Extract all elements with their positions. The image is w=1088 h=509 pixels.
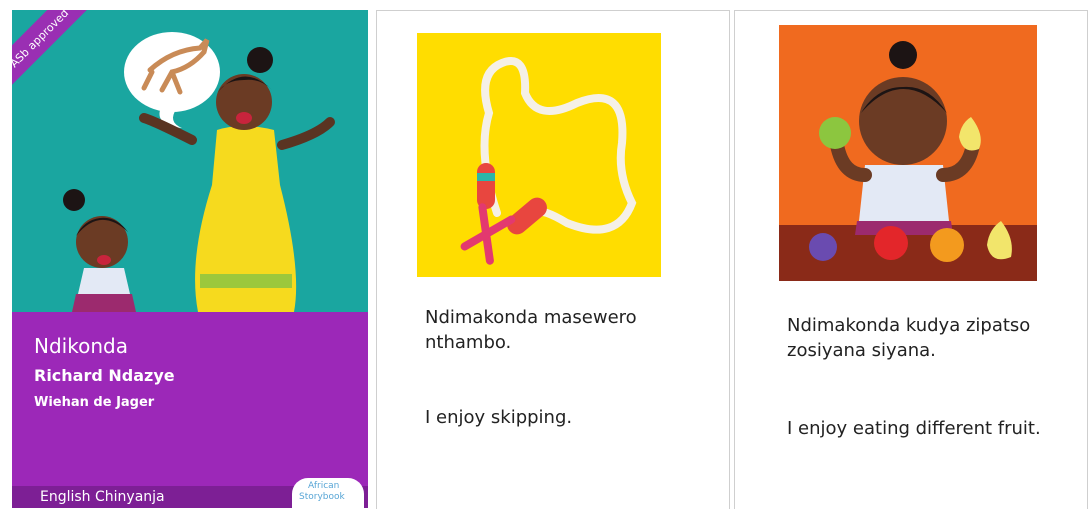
book-illustrator: Wiehan de Jager [34, 395, 155, 410]
skipping-rope-image [460, 57, 637, 265]
cover-text-panel: Ndikonda Richard Ndazye Wiehan de Jager … [12, 312, 368, 508]
page1-english-text: I enjoy skipping. [425, 407, 573, 428]
book-author: Richard Ndazye [34, 366, 175, 385]
cover-illustration: ASb approved [12, 10, 368, 312]
page2-chinyanja-text: Ndimakonda kudya zipatso zosiyana siyana… [787, 315, 1031, 361]
page1-illustration [417, 33, 661, 277]
page2-illustration [779, 25, 1037, 281]
book-cover[interactable]: ASb approved Ndikonda Richard Ndazye Wie… [12, 10, 368, 508]
story-page-2[interactable]: Ndimakonda kudya zipatso zosiyana siyana… [734, 10, 1088, 509]
cover-illustration-art [63, 32, 335, 312]
page2-english-text: I enjoy eating different fruit. [787, 418, 1041, 439]
fruit-image [779, 41, 1037, 281]
book-languages: English Chinyanja [40, 489, 165, 505]
book-title: Ndikonda [34, 334, 128, 358]
page1-chinyanja-text: Ndimakonda masewero nthambo. [425, 307, 637, 353]
logo-text-line2: Storybook [299, 492, 345, 502]
cover-footer: English Chinyanja African Storybook [12, 478, 368, 508]
story-page-1[interactable]: Ndimakonda masewero nthambo. I enjoy ski… [376, 10, 730, 509]
logo-text-line1: African [308, 481, 340, 491]
african-storybook-logo: African Storybook [292, 478, 364, 508]
